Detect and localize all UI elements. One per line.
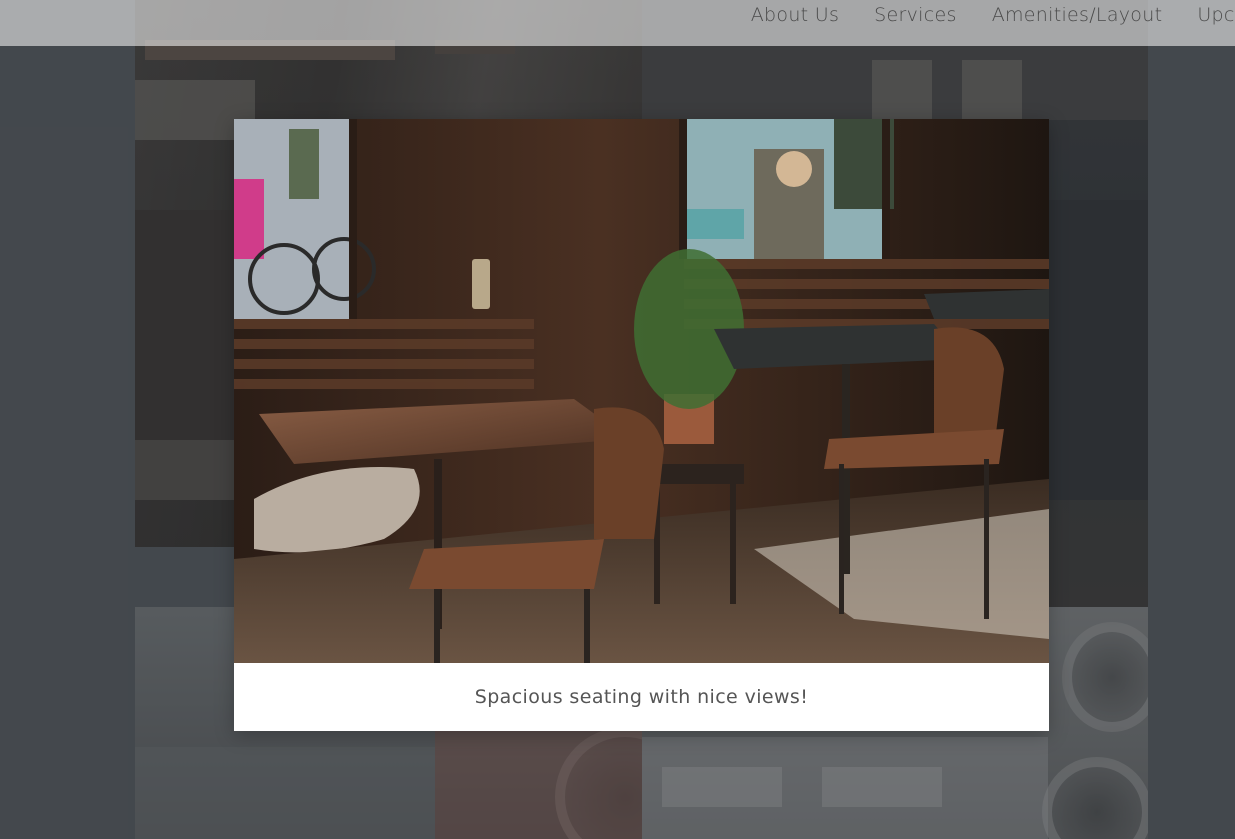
nav-about-us[interactable]: About Us xyxy=(751,4,839,26)
nav-services[interactable]: Services xyxy=(874,4,957,26)
page: About Us Services Amenities/Layout Upcom… xyxy=(0,0,1235,839)
nav-amenities-layout[interactable]: Amenities/Layout xyxy=(992,4,1163,26)
top-navbar: About Us Services Amenities/Layout Upcom… xyxy=(0,0,1235,46)
lightbox-modal: Spacious seating with nice views! xyxy=(234,119,1049,731)
lightbox-photo xyxy=(234,119,1049,663)
nav-links: About Us Services Amenities/Layout Upcom… xyxy=(751,0,1235,30)
cafe-seating-photo xyxy=(234,119,1049,663)
nav-upcoming[interactable]: Upcoming xyxy=(1197,4,1235,26)
lightbox-caption: Spacious seating with nice views! xyxy=(474,686,809,708)
